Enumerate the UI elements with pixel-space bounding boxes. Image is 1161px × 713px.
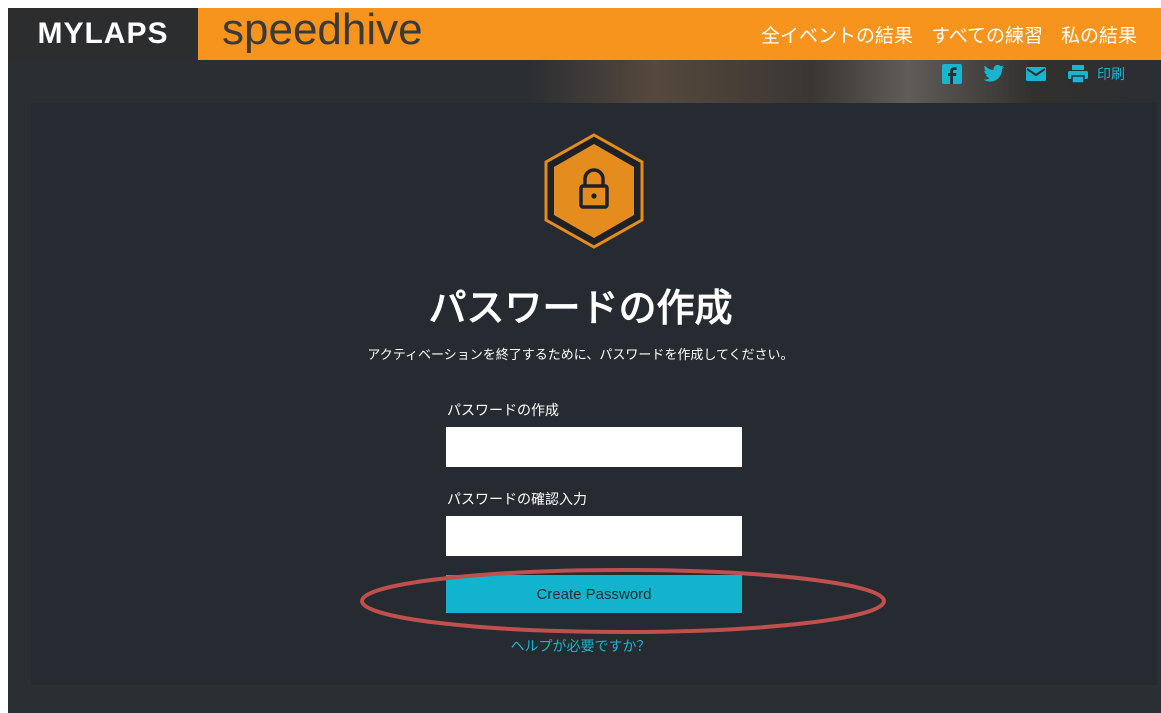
nav-all-events[interactable]: 全イベントの結果 bbox=[761, 21, 913, 48]
password-input[interactable] bbox=[446, 427, 742, 467]
password-label: パスワードの作成 bbox=[447, 403, 559, 419]
twitter-icon[interactable] bbox=[983, 64, 1005, 84]
nav-all-practice[interactable]: すべての練習 bbox=[931, 21, 1043, 48]
page: MYLAPS speedhive 全イベントの結果 すべての練習 私の結果 印刷 bbox=[0, 0, 1161, 713]
share-toolbar: 印刷 bbox=[941, 64, 1125, 84]
mail-icon[interactable] bbox=[1025, 64, 1047, 84]
confirm-password-label: パスワードの確認入力 bbox=[447, 492, 587, 508]
print-icon[interactable] bbox=[1067, 64, 1089, 84]
lock-badge-icon bbox=[541, 132, 647, 250]
main-nav: 全イベントの結果 すべての練習 私の結果 bbox=[761, 8, 1137, 60]
help-link[interactable]: ヘルプが必要ですか？ bbox=[0, 636, 1161, 656]
nav-my-results[interactable]: 私の結果 bbox=[1061, 21, 1137, 48]
page-subtitle: アクティベーションを終了するために、パスワードを作成してください。 bbox=[367, 348, 794, 363]
speedhive-logo[interactable]: speedhive bbox=[222, 2, 423, 58]
confirm-password-input[interactable] bbox=[446, 516, 742, 556]
facebook-icon[interactable] bbox=[941, 64, 963, 84]
print-link[interactable]: 印刷 bbox=[1097, 64, 1125, 84]
page-title: パスワードの作成 bbox=[428, 286, 733, 330]
mylaps-logo[interactable]: MYLAPS bbox=[8, 8, 198, 60]
annotation-ellipse bbox=[358, 566, 888, 636]
